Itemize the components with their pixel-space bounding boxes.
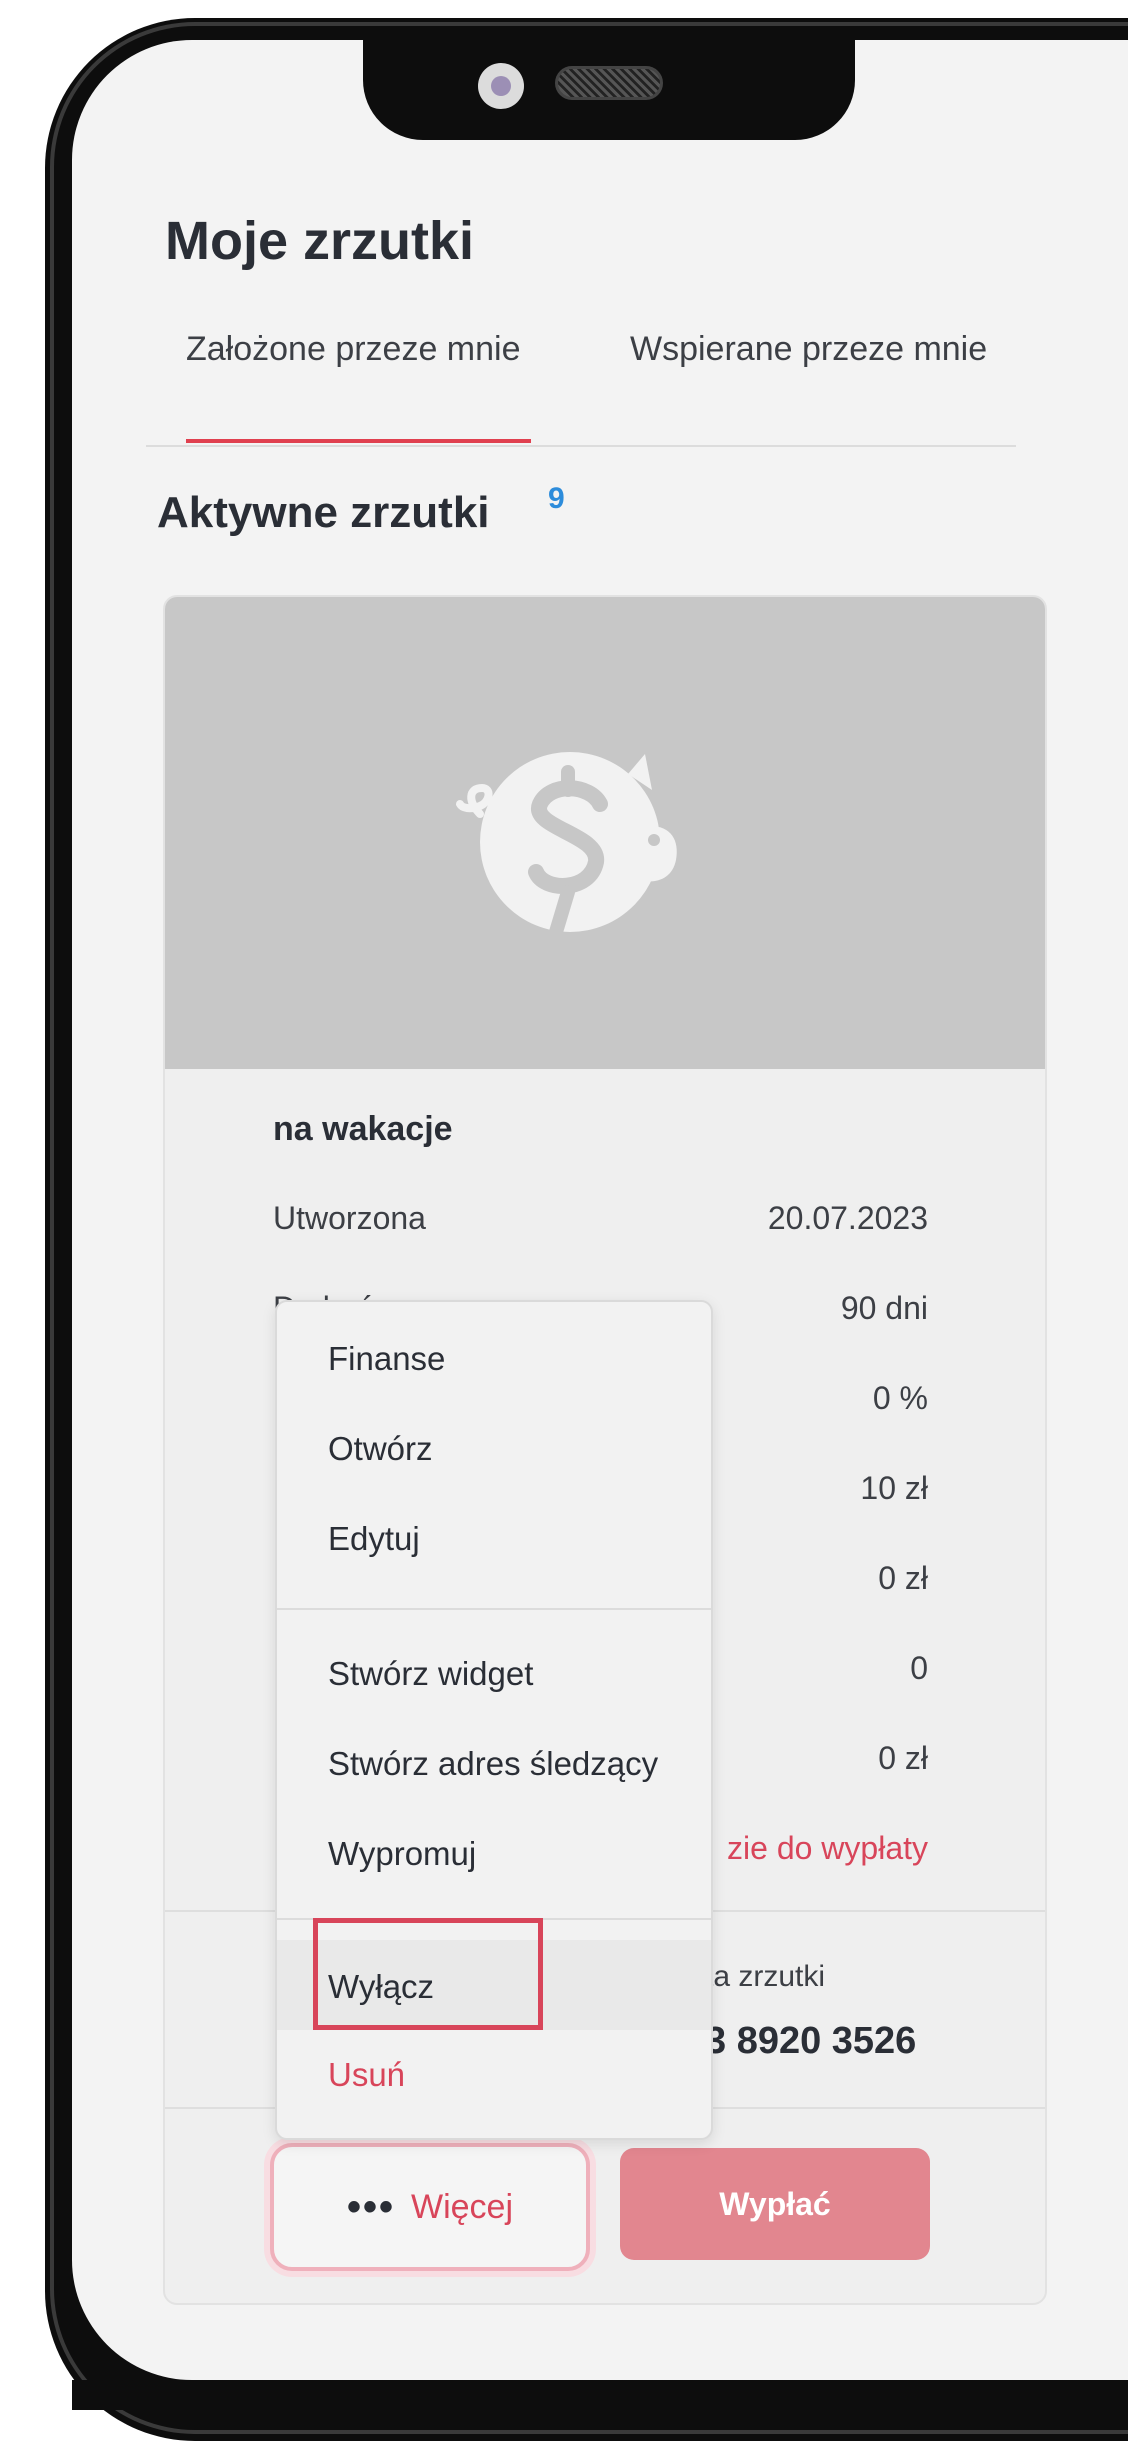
phone-bottom-bezel: [72, 2380, 1128, 2410]
tabs-divider: [146, 445, 1016, 447]
fundraiser-name: na wakacje: [273, 1110, 453, 1148]
piggy-bank-dollar-icon: [456, 752, 677, 939]
menu-item-open[interactable]: Otwórz: [328, 1430, 433, 1468]
more-dots-icon: •••: [346, 2184, 395, 2229]
menu-item-create-tracking-address[interactable]: Stwórz adres śledzący: [328, 1745, 658, 1783]
row-value-amount-3: 0 zł: [878, 1740, 928, 1776]
camera-icon: [478, 63, 524, 109]
payout-button-label: Wypłać: [719, 2185, 831, 2222]
page-title: Moje zrzutki: [165, 211, 475, 271]
row-value-ends-in: 90 dni: [840, 1290, 928, 1326]
menu-separator: [277, 1608, 711, 1610]
row-label-created: Utworzona: [273, 1200, 426, 1236]
row-value-amount-2: 0 zł: [878, 1560, 928, 1596]
row-value-count: 0: [910, 1650, 928, 1686]
more-button-label: Więcej: [410, 2187, 514, 2226]
menu-item-delete[interactable]: Usuń: [328, 2056, 405, 2094]
account-value: 3 8920 3526: [705, 2020, 917, 2062]
row-value-percent: 0 %: [872, 1380, 928, 1416]
highlight-box: [313, 1918, 543, 2030]
menu-item-edit[interactable]: Edytuj: [328, 1520, 420, 1558]
menu-item-finances[interactable]: Finanse: [328, 1340, 445, 1378]
phone-mockup: Moje zrzutki Założone przeze mnie Wspier…: [0, 0, 1128, 2441]
speaker-icon: [555, 66, 663, 100]
payout-button[interactable]: Wypłać: [620, 2148, 930, 2260]
account-label: ta zrzutki: [705, 1960, 826, 1993]
payout-status-link[interactable]: zie do wypłaty: [727, 1830, 928, 1867]
menu-item-create-widget[interactable]: Stwórz widget: [328, 1655, 533, 1693]
row-value-amount-1: 10 zł: [860, 1470, 928, 1506]
tab-supported-by-me[interactable]: Wspierane przeze mnie: [630, 330, 987, 369]
row-value-created: 20.07.2023: [767, 1200, 928, 1236]
active-tab-indicator: [186, 439, 531, 443]
section-title: Aktywne zrzutki: [157, 488, 490, 537]
menu-item-promote[interactable]: Wypromuj: [328, 1835, 476, 1873]
more-button[interactable]: ••• Więcej: [270, 2143, 590, 2271]
section-count-badge: 9: [548, 482, 565, 515]
tab-created-by-me[interactable]: Założone przeze mnie: [186, 330, 521, 369]
